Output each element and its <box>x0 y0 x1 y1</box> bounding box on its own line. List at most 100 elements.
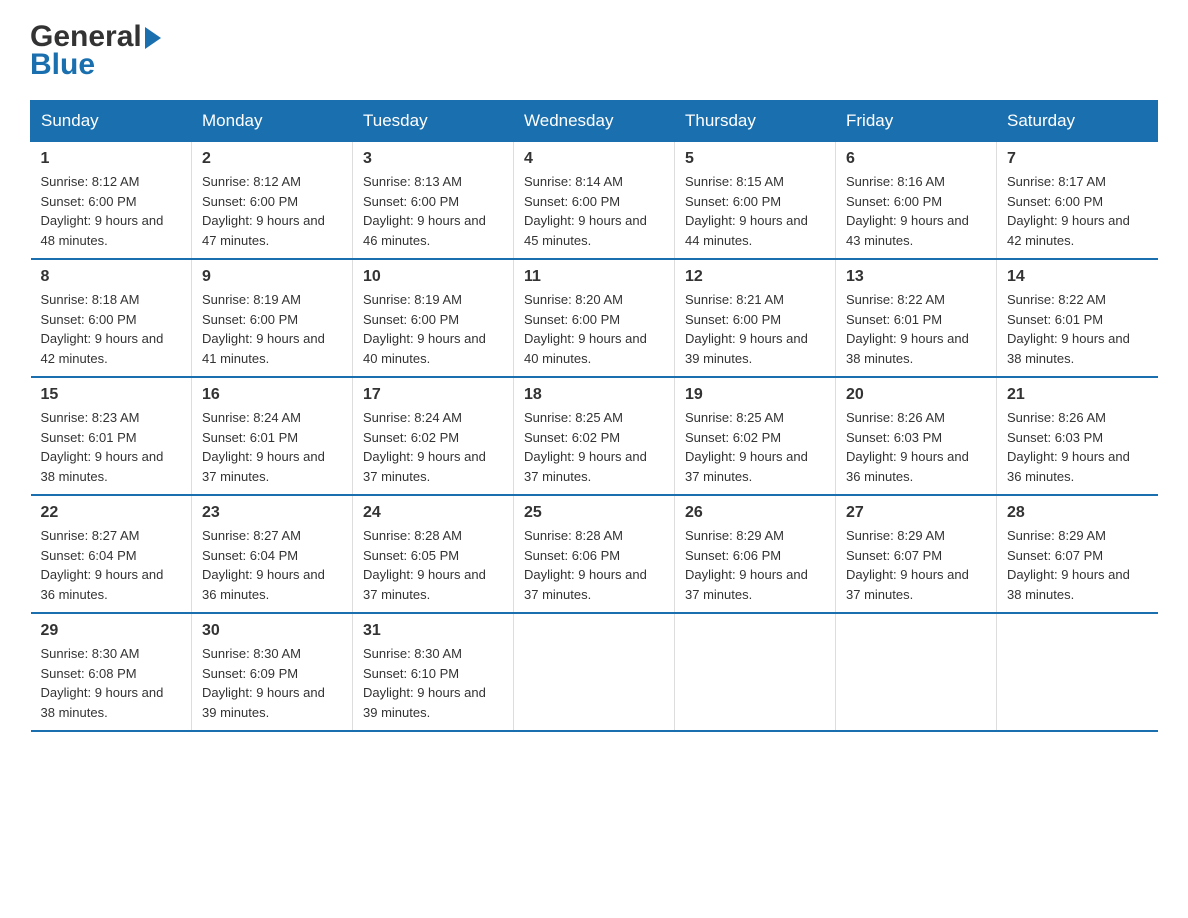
calendar-cell: 21 Sunrise: 8:26 AM Sunset: 6:03 PM Dayl… <box>997 377 1158 495</box>
day-info: Sunrise: 8:30 AM Sunset: 6:08 PM Dayligh… <box>41 644 182 722</box>
calendar-cell: 5 Sunrise: 8:15 AM Sunset: 6:00 PM Dayli… <box>675 142 836 260</box>
calendar-cell: 30 Sunrise: 8:30 AM Sunset: 6:09 PM Dayl… <box>192 613 353 731</box>
day-info: Sunrise: 8:24 AM Sunset: 6:02 PM Dayligh… <box>363 408 503 486</box>
day-info: Sunrise: 8:12 AM Sunset: 6:00 PM Dayligh… <box>202 172 342 250</box>
day-of-week-header: Friday <box>836 101 997 142</box>
day-info: Sunrise: 8:30 AM Sunset: 6:09 PM Dayligh… <box>202 644 342 722</box>
calendar-cell: 10 Sunrise: 8:19 AM Sunset: 6:00 PM Dayl… <box>353 259 514 377</box>
day-info: Sunrise: 8:30 AM Sunset: 6:10 PM Dayligh… <box>363 644 503 722</box>
calendar-cell: 31 Sunrise: 8:30 AM Sunset: 6:10 PM Dayl… <box>353 613 514 731</box>
calendar-cell: 3 Sunrise: 8:13 AM Sunset: 6:00 PM Dayli… <box>353 142 514 260</box>
day-info: Sunrise: 8:17 AM Sunset: 6:00 PM Dayligh… <box>1007 172 1148 250</box>
day-number: 20 <box>846 386 986 404</box>
day-number: 27 <box>846 504 986 522</box>
calendar-cell: 6 Sunrise: 8:16 AM Sunset: 6:00 PM Dayli… <box>836 142 997 260</box>
day-info: Sunrise: 8:22 AM Sunset: 6:01 PM Dayligh… <box>846 290 986 368</box>
day-number: 15 <box>41 386 182 404</box>
calendar-header-row: SundayMondayTuesdayWednesdayThursdayFrid… <box>31 101 1158 142</box>
day-info: Sunrise: 8:25 AM Sunset: 6:02 PM Dayligh… <box>524 408 664 486</box>
day-number: 16 <box>202 386 342 404</box>
calendar-cell: 19 Sunrise: 8:25 AM Sunset: 6:02 PM Dayl… <box>675 377 836 495</box>
day-info: Sunrise: 8:20 AM Sunset: 6:00 PM Dayligh… <box>524 290 664 368</box>
calendar-week-row: 1 Sunrise: 8:12 AM Sunset: 6:00 PM Dayli… <box>31 142 1158 260</box>
calendar-cell: 9 Sunrise: 8:19 AM Sunset: 6:00 PM Dayli… <box>192 259 353 377</box>
day-info: Sunrise: 8:12 AM Sunset: 6:00 PM Dayligh… <box>41 172 182 250</box>
calendar-cell: 8 Sunrise: 8:18 AM Sunset: 6:00 PM Dayli… <box>31 259 192 377</box>
calendar-cell: 11 Sunrise: 8:20 AM Sunset: 6:00 PM Dayl… <box>514 259 675 377</box>
calendar-week-row: 15 Sunrise: 8:23 AM Sunset: 6:01 PM Dayl… <box>31 377 1158 495</box>
logo-arrow-icon <box>145 27 161 49</box>
page-header: General Blue <box>30 20 1158 82</box>
day-info: Sunrise: 8:14 AM Sunset: 6:00 PM Dayligh… <box>524 172 664 250</box>
calendar-cell: 4 Sunrise: 8:14 AM Sunset: 6:00 PM Dayli… <box>514 142 675 260</box>
day-number: 7 <box>1007 150 1148 168</box>
day-info: Sunrise: 8:29 AM Sunset: 6:06 PM Dayligh… <box>685 526 825 604</box>
day-number: 9 <box>202 268 342 286</box>
calendar-cell: 23 Sunrise: 8:27 AM Sunset: 6:04 PM Dayl… <box>192 495 353 613</box>
day-number: 18 <box>524 386 664 404</box>
day-info: Sunrise: 8:18 AM Sunset: 6:00 PM Dayligh… <box>41 290 182 368</box>
day-info: Sunrise: 8:26 AM Sunset: 6:03 PM Dayligh… <box>1007 408 1148 486</box>
day-number: 10 <box>363 268 503 286</box>
day-number: 12 <box>685 268 825 286</box>
calendar-cell <box>997 613 1158 731</box>
day-number: 22 <box>41 504 182 522</box>
calendar-cell: 20 Sunrise: 8:26 AM Sunset: 6:03 PM Dayl… <box>836 377 997 495</box>
calendar-week-row: 22 Sunrise: 8:27 AM Sunset: 6:04 PM Dayl… <box>31 495 1158 613</box>
day-info: Sunrise: 8:29 AM Sunset: 6:07 PM Dayligh… <box>846 526 986 604</box>
calendar-cell: 13 Sunrise: 8:22 AM Sunset: 6:01 PM Dayl… <box>836 259 997 377</box>
day-number: 31 <box>363 622 503 640</box>
day-info: Sunrise: 8:19 AM Sunset: 6:00 PM Dayligh… <box>202 290 342 368</box>
day-info: Sunrise: 8:22 AM Sunset: 6:01 PM Dayligh… <box>1007 290 1148 368</box>
day-of-week-header: Tuesday <box>353 101 514 142</box>
calendar-cell: 17 Sunrise: 8:24 AM Sunset: 6:02 PM Dayl… <box>353 377 514 495</box>
day-info: Sunrise: 8:26 AM Sunset: 6:03 PM Dayligh… <box>846 408 986 486</box>
day-number: 1 <box>41 150 182 168</box>
calendar-cell: 18 Sunrise: 8:25 AM Sunset: 6:02 PM Dayl… <box>514 377 675 495</box>
day-number: 25 <box>524 504 664 522</box>
calendar-cell: 15 Sunrise: 8:23 AM Sunset: 6:01 PM Dayl… <box>31 377 192 495</box>
day-number: 19 <box>685 386 825 404</box>
day-number: 23 <box>202 504 342 522</box>
day-number: 29 <box>41 622 182 640</box>
calendar-cell <box>675 613 836 731</box>
day-number: 21 <box>1007 386 1148 404</box>
day-number: 13 <box>846 268 986 286</box>
day-info: Sunrise: 8:19 AM Sunset: 6:00 PM Dayligh… <box>363 290 503 368</box>
day-number: 17 <box>363 386 503 404</box>
day-info: Sunrise: 8:13 AM Sunset: 6:00 PM Dayligh… <box>363 172 503 250</box>
logo-blue: Blue <box>30 48 95 82</box>
calendar-cell: 28 Sunrise: 8:29 AM Sunset: 6:07 PM Dayl… <box>997 495 1158 613</box>
day-info: Sunrise: 8:28 AM Sunset: 6:06 PM Dayligh… <box>524 526 664 604</box>
calendar-table: SundayMondayTuesdayWednesdayThursdayFrid… <box>30 100 1158 732</box>
day-of-week-header: Thursday <box>675 101 836 142</box>
calendar-cell: 26 Sunrise: 8:29 AM Sunset: 6:06 PM Dayl… <box>675 495 836 613</box>
calendar-cell: 24 Sunrise: 8:28 AM Sunset: 6:05 PM Dayl… <box>353 495 514 613</box>
day-number: 6 <box>846 150 986 168</box>
day-number: 28 <box>1007 504 1148 522</box>
calendar-cell: 1 Sunrise: 8:12 AM Sunset: 6:00 PM Dayli… <box>31 142 192 260</box>
day-info: Sunrise: 8:15 AM Sunset: 6:00 PM Dayligh… <box>685 172 825 250</box>
calendar-cell: 29 Sunrise: 8:30 AM Sunset: 6:08 PM Dayl… <box>31 613 192 731</box>
calendar-cell: 2 Sunrise: 8:12 AM Sunset: 6:00 PM Dayli… <box>192 142 353 260</box>
day-of-week-header: Saturday <box>997 101 1158 142</box>
calendar-cell: 25 Sunrise: 8:28 AM Sunset: 6:06 PM Dayl… <box>514 495 675 613</box>
day-number: 24 <box>363 504 503 522</box>
day-info: Sunrise: 8:16 AM Sunset: 6:00 PM Dayligh… <box>846 172 986 250</box>
day-of-week-header: Sunday <box>31 101 192 142</box>
day-info: Sunrise: 8:29 AM Sunset: 6:07 PM Dayligh… <box>1007 526 1148 604</box>
day-info: Sunrise: 8:27 AM Sunset: 6:04 PM Dayligh… <box>41 526 182 604</box>
calendar-week-row: 8 Sunrise: 8:18 AM Sunset: 6:00 PM Dayli… <box>31 259 1158 377</box>
calendar-cell: 7 Sunrise: 8:17 AM Sunset: 6:00 PM Dayli… <box>997 142 1158 260</box>
day-info: Sunrise: 8:28 AM Sunset: 6:05 PM Dayligh… <box>363 526 503 604</box>
calendar-cell: 14 Sunrise: 8:22 AM Sunset: 6:01 PM Dayl… <box>997 259 1158 377</box>
day-number: 4 <box>524 150 664 168</box>
calendar-cell: 12 Sunrise: 8:21 AM Sunset: 6:00 PM Dayl… <box>675 259 836 377</box>
calendar-cell: 16 Sunrise: 8:24 AM Sunset: 6:01 PM Dayl… <box>192 377 353 495</box>
calendar-week-row: 29 Sunrise: 8:30 AM Sunset: 6:08 PM Dayl… <box>31 613 1158 731</box>
day-info: Sunrise: 8:25 AM Sunset: 6:02 PM Dayligh… <box>685 408 825 486</box>
day-number: 8 <box>41 268 182 286</box>
day-info: Sunrise: 8:21 AM Sunset: 6:00 PM Dayligh… <box>685 290 825 368</box>
day-number: 5 <box>685 150 825 168</box>
day-number: 2 <box>202 150 342 168</box>
